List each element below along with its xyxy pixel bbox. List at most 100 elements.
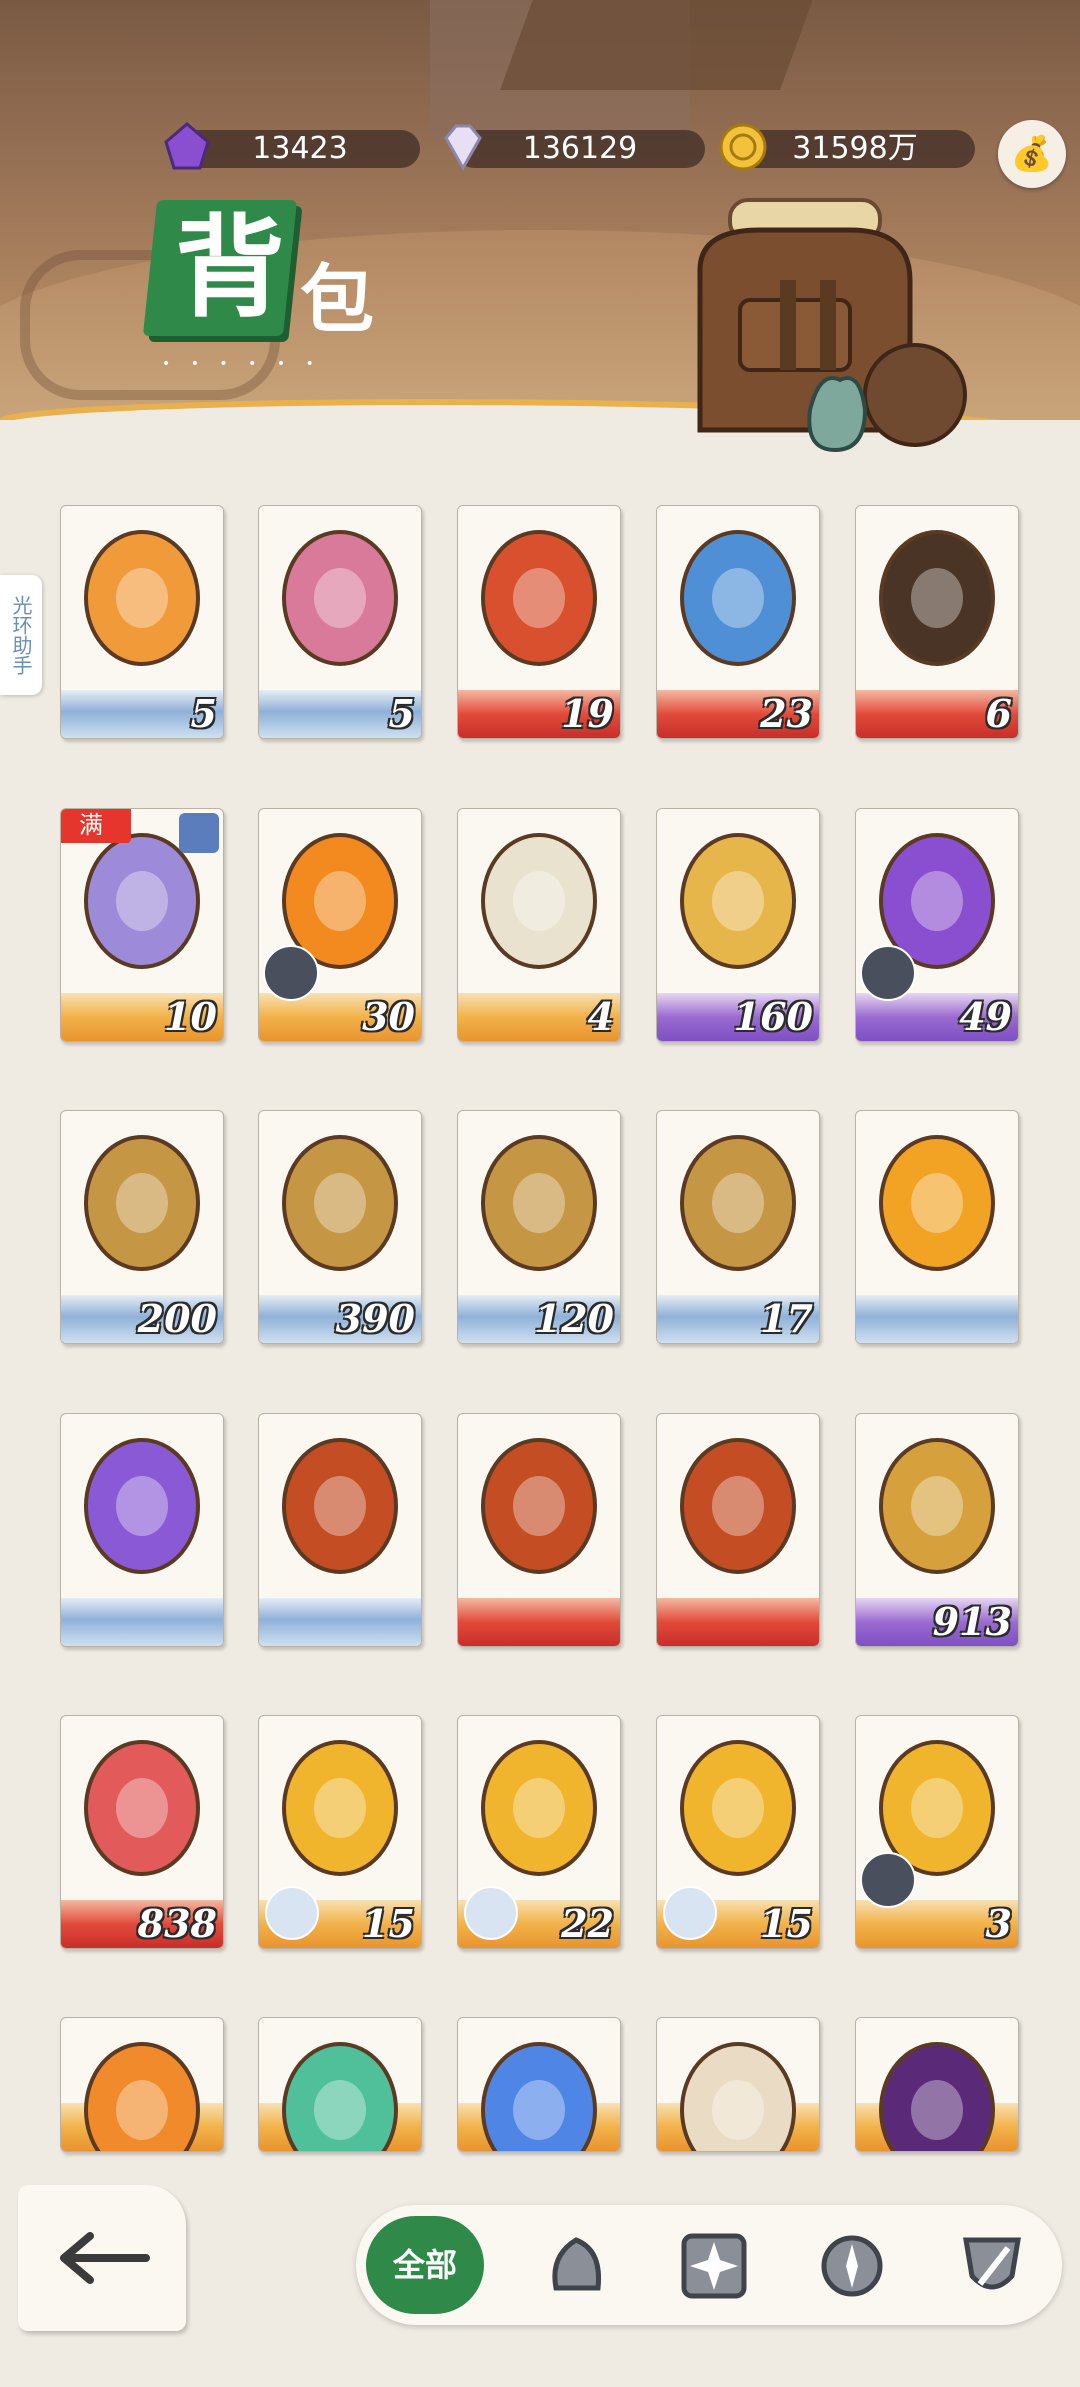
inventory-item[interactable]	[457, 1413, 621, 1647]
inventory-item[interactable]: 160	[656, 808, 820, 1042]
item-quantity: 390	[335, 1296, 415, 1341]
music-token-icon	[680, 833, 796, 969]
compass-icon[interactable]	[812, 2226, 892, 2306]
currency-bar-crystal: 13423	[180, 130, 420, 168]
dark-crystal-icon	[879, 2042, 995, 2151]
inventory-item[interactable]: 23	[656, 505, 820, 739]
currency-value: 136129	[522, 131, 638, 166]
puzzle-piece-icon	[860, 945, 916, 1001]
blue-gem-icon	[481, 2042, 597, 2151]
money-bag-button[interactable]: 💰	[998, 120, 1066, 188]
item-quantity: 120	[534, 1296, 614, 1341]
item-quantity: 4	[587, 994, 614, 1039]
item-quantity: 23	[760, 691, 813, 736]
rarity-band	[856, 1295, 1018, 1343]
inventory-item[interactable]: 390	[258, 1110, 422, 1344]
star-compass-icon[interactable]	[674, 2226, 754, 2306]
title-dots: • • • • • •	[162, 356, 322, 372]
puzzle-piece-icon	[860, 1852, 916, 1908]
currency-bar-gold: 31598万	[735, 130, 975, 168]
money-bag-icon: 💰	[1010, 134, 1054, 174]
inventory-item[interactable]	[855, 1110, 1019, 1344]
purple-card-icon	[84, 1438, 200, 1574]
inventory-item[interactable]: 913	[855, 1413, 1019, 1647]
inventory-item[interactable]: 6	[855, 505, 1019, 739]
inventory-item[interactable]	[656, 2017, 820, 2152]
item-quantity: 913	[932, 1599, 1012, 1644]
diamond-icon	[444, 124, 482, 172]
helmet-icon[interactable]	[536, 2226, 616, 2306]
inventory-item[interactable]	[60, 1413, 224, 1647]
item-quantity: 160	[733, 994, 813, 1039]
page-title-main: 背	[175, 203, 285, 332]
red-envelope-icon	[481, 530, 597, 666]
inventory-item[interactable]	[60, 2017, 224, 2152]
white-envelope-icon	[481, 833, 597, 969]
rarity-band	[61, 1598, 223, 1646]
currency-bar-diamond: 136129	[455, 130, 705, 168]
page-title-sub: 包	[300, 257, 374, 343]
inventory-item[interactable]: 200	[60, 1110, 224, 1344]
character-avatar	[265, 1886, 319, 1940]
item-quantity: 15	[760, 1901, 813, 1946]
acorn-star-icon	[680, 1135, 796, 1271]
inventory-item[interactable]	[656, 1413, 820, 1647]
shield-sword-icon[interactable]	[952, 2226, 1032, 2306]
inventory-item[interactable]: 30	[258, 808, 422, 1042]
character-avatar	[464, 1886, 518, 1940]
item-quantity: 17	[760, 1296, 813, 1341]
item-quantity: 30	[362, 994, 415, 1039]
inventory-item[interactable]: 满 10	[60, 808, 224, 1042]
item-quantity: 838	[137, 1901, 217, 1946]
rarity-band	[458, 1598, 620, 1646]
inventory-item[interactable]	[258, 2017, 422, 2152]
inventory-item[interactable]: 5	[60, 505, 224, 739]
inventory-item[interactable]: 17	[656, 1110, 820, 1344]
gold-gem-icon	[481, 1740, 597, 1876]
gold-gem-icon	[282, 1740, 398, 1876]
background-roof	[499, 0, 821, 90]
item-quantity: 15	[362, 1901, 415, 1946]
inventory-item[interactable]: 120	[457, 1110, 621, 1344]
inventory-item[interactable]: 19	[457, 505, 621, 739]
orange-ticket-icon	[84, 530, 200, 666]
acorn-leaf-icon	[481, 1135, 597, 1271]
gold-card-icon	[879, 1135, 995, 1271]
inventory-item[interactable]: 15	[656, 1715, 820, 1949]
inventory-item[interactable]: 5	[258, 505, 422, 739]
item-quantity: 3	[985, 1901, 1012, 1946]
inventory-item[interactable]: 22	[457, 1715, 621, 1949]
orange-gem-icon	[84, 2042, 200, 2151]
green-gem-icon	[282, 2042, 398, 2151]
back-button[interactable]	[18, 2185, 186, 2331]
inventory-item[interactable]: 49	[855, 808, 1019, 1042]
rarity-band	[657, 1598, 819, 1646]
item-quantity: 49	[959, 994, 1012, 1039]
currency-value: 31598万	[792, 131, 918, 166]
inventory-item[interactable]: 838	[60, 1715, 224, 1949]
chest-icon	[481, 1438, 597, 1574]
snowflake-icon	[179, 813, 219, 853]
assistant-side-tab[interactable]: 光环助手	[0, 575, 42, 695]
item-quantity: 5	[190, 691, 217, 736]
item-quantity: 22	[561, 1901, 614, 1946]
inventory-item[interactable]	[855, 2017, 1019, 2152]
inventory-item[interactable]: 4	[457, 808, 621, 1042]
crystal-orb-icon	[680, 530, 796, 666]
character-avatar	[663, 1886, 717, 1940]
pink-ticket-icon	[282, 530, 398, 666]
purple-crystal-icon	[164, 122, 210, 170]
acorn-green-icon	[84, 1135, 200, 1271]
hamster-icon	[680, 2042, 796, 2151]
inventory-item[interactable]: 3	[855, 1715, 1019, 1949]
acorn-gold-icon	[879, 1438, 995, 1574]
gold-gem-icon	[680, 1740, 796, 1876]
item-quantity: 6	[985, 691, 1012, 736]
inventory-item[interactable]	[258, 1413, 422, 1647]
tab-all[interactable]: 全部	[366, 2216, 484, 2314]
item-quantity: 5	[388, 691, 415, 736]
acorn-red-icon	[282, 1135, 398, 1271]
item-quantity: 200	[137, 1296, 217, 1341]
inventory-item[interactable]	[457, 2017, 621, 2152]
inventory-item[interactable]: 15	[258, 1715, 422, 1949]
